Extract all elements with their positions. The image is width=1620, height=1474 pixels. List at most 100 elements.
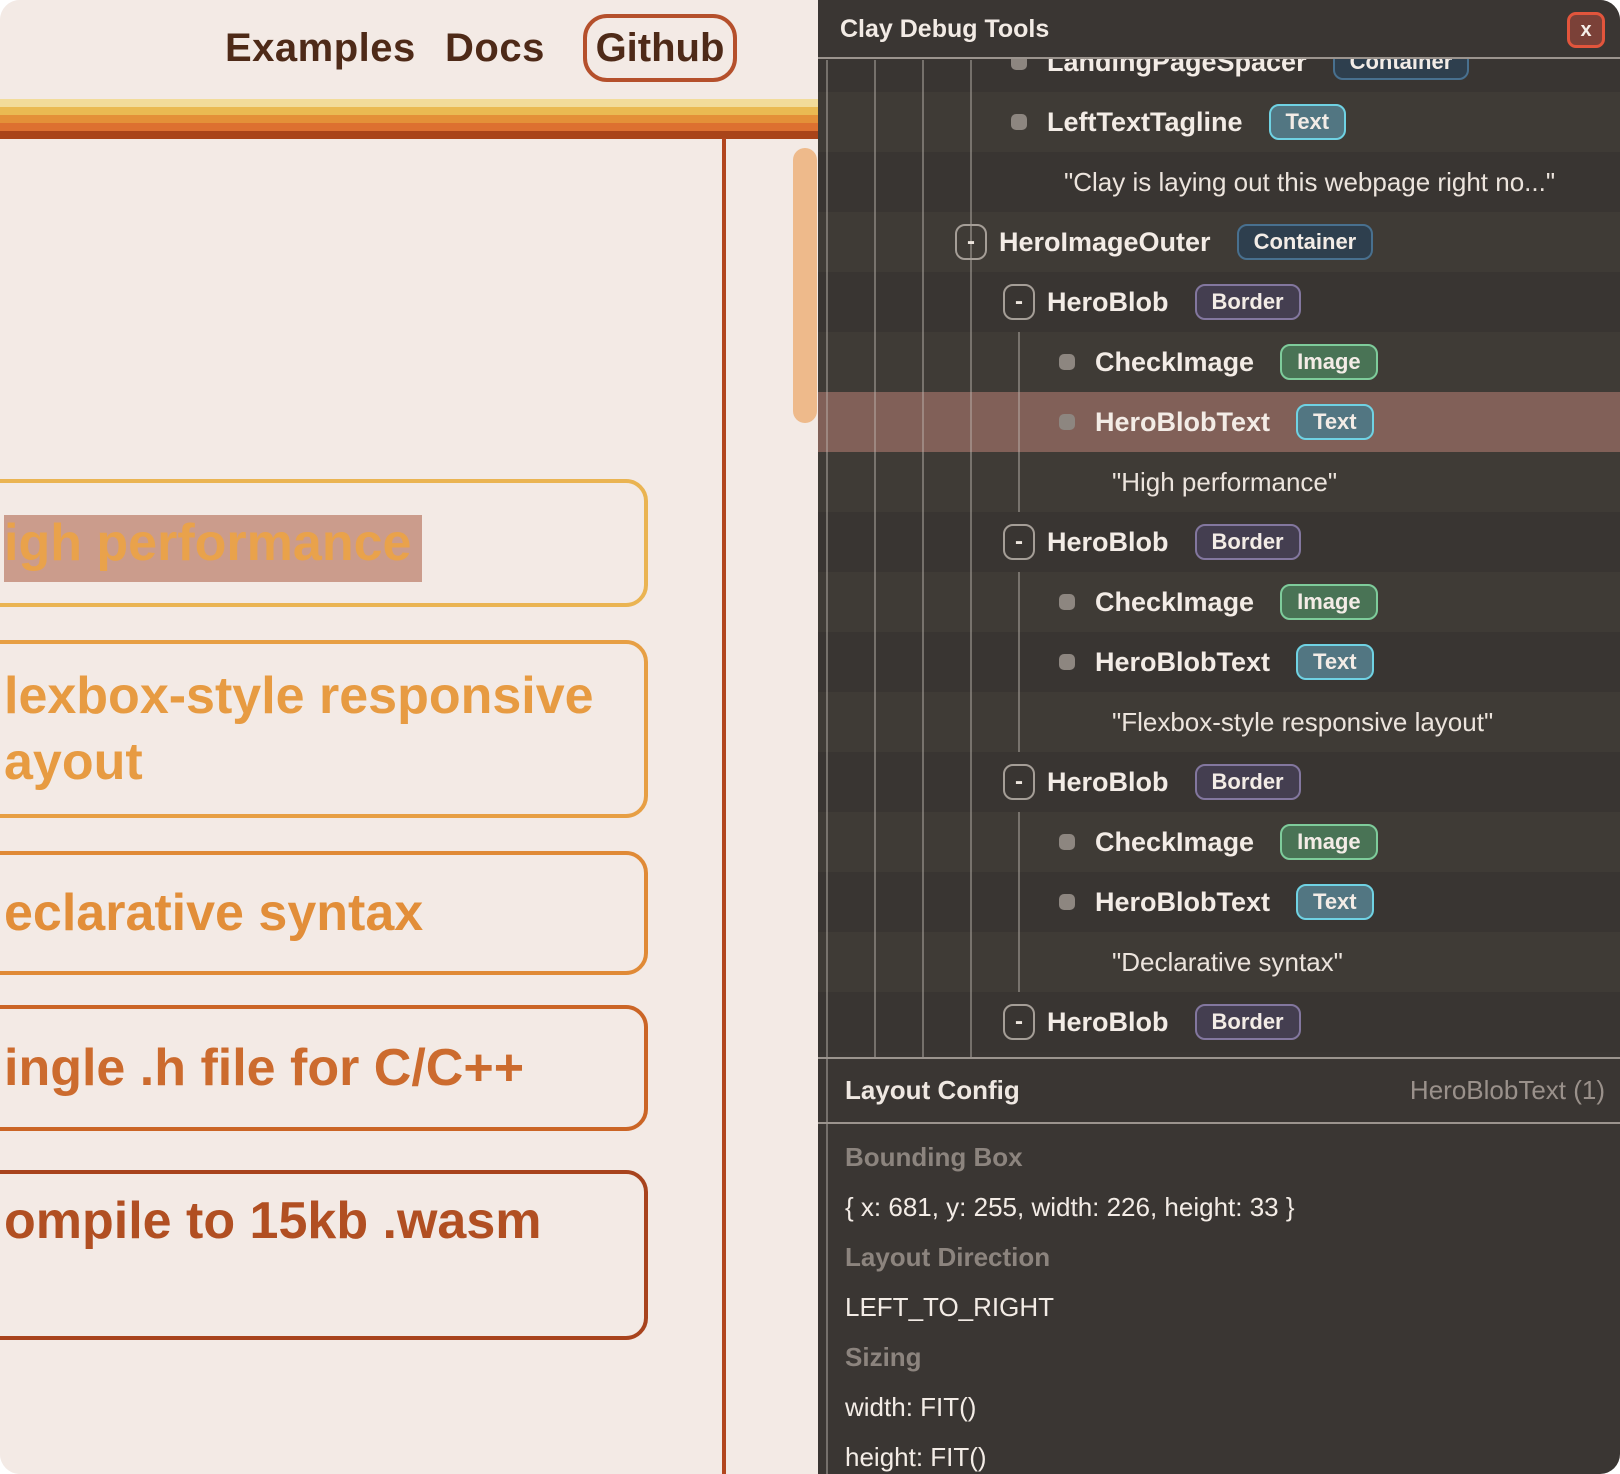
indent-guide-line: [1018, 332, 1020, 512]
element-name: CheckImage: [1095, 587, 1254, 618]
stripe-band: [0, 131, 818, 139]
element-type-tag: Text: [1296, 884, 1374, 920]
element-bullet-icon: [1059, 654, 1075, 670]
nav-link-examples[interactable]: Examples: [225, 26, 416, 71]
indent-guide-line: [970, 60, 972, 1057]
element-name: HeroBlob: [1047, 527, 1169, 558]
text-content-preview: "Clay is laying out this webpage right n…: [1064, 167, 1555, 198]
element-type-tag: Border: [1195, 1004, 1301, 1040]
element-name: CheckImage: [1095, 347, 1254, 378]
nav-link-docs[interactable]: Docs: [445, 26, 545, 71]
element-tree: LandingPageSpacerContainerLeftTextTaglin…: [818, 0, 1620, 1057]
config-section-label: Sizing: [845, 1332, 1605, 1382]
indent-guide-line: [874, 60, 876, 1057]
app-window: Examples Docs Github igh performance lexb…: [0, 0, 1620, 1474]
feature-card-text: ingle .h file for C/C++: [4, 1035, 616, 1101]
element-type-tag: Border: [1195, 524, 1301, 560]
element-name: CheckImage: [1095, 827, 1254, 858]
close-icon[interactable]: x: [1567, 12, 1605, 48]
feature-card-text: eclarative syntax: [4, 880, 616, 946]
vertical-divider: [722, 138, 726, 1474]
github-button[interactable]: Github: [583, 14, 737, 82]
element-name: HeroBlobText: [1095, 647, 1270, 678]
element-type-tag: Border: [1195, 284, 1301, 320]
clay-debug-tools-panel: LandingPageSpacerContainerLeftTextTaglin…: [818, 0, 1620, 1474]
feature-card-text: ayout: [4, 729, 616, 795]
element-name: LeftTextTagline: [1047, 107, 1243, 138]
stripe-band: [0, 123, 818, 131]
tree-row-text-content[interactable]: "Flexbox-style responsive layout": [818, 692, 1620, 752]
config-value: { x: 681, y: 255, width: 226, height: 33…: [845, 1182, 1605, 1232]
debug-panel-title: Clay Debug Tools: [840, 0, 1049, 58]
config-value: height: FIT(): [845, 1432, 1605, 1474]
config-top-divider: [818, 1057, 1620, 1059]
element-bullet-icon: [1011, 114, 1027, 130]
feature-card: ingle .h file for C/C++: [0, 1005, 648, 1131]
collapse-button[interactable]: -: [1003, 284, 1035, 320]
element-type-tag: Image: [1280, 344, 1378, 380]
tree-row-checkimage[interactable]: CheckImageImage: [818, 572, 1620, 632]
layout-config-body: Bounding Box{ x: 681, y: 255, width: 226…: [845, 1132, 1605, 1474]
text-content-preview: "Declarative syntax": [1112, 947, 1343, 978]
element-bullet-icon: [1059, 834, 1075, 850]
element-type-tag: Text: [1269, 104, 1347, 140]
tree-row-heroblob[interactable]: -HeroBlob Border: [818, 512, 1620, 572]
tree-row-heroblob[interactable]: -HeroBlobBorder: [818, 752, 1620, 812]
element-type-tag: Text: [1296, 644, 1374, 680]
element-type-tag: Image: [1280, 824, 1378, 860]
indent-guide-line: [922, 60, 924, 1057]
feature-card-text: ompile to 15kb .wasm: [4, 1188, 616, 1254]
layout-config-bar: Layout Config HeroBlobText (1): [818, 1059, 1620, 1122]
element-name: HeroBlobText: [1095, 407, 1270, 438]
header-divider: [818, 57, 1620, 59]
layout-config-title: Layout Config: [845, 1075, 1020, 1106]
feature-card: lexbox-style responsiveayout: [0, 640, 648, 818]
collapse-button[interactable]: -: [1003, 1004, 1035, 1040]
collapse-button[interactable]: -: [955, 224, 987, 260]
tree-row-heroimageouter[interactable]: -HeroImageOuter Container: [818, 212, 1620, 272]
feature-card-text: lexbox-style responsive: [4, 663, 616, 729]
element-type-tag: Container: [1237, 224, 1374, 260]
page-scrollbar-thumb[interactable]: [793, 148, 817, 423]
tree-row-heroblobtext[interactable]: HeroBlobText Text: [818, 392, 1620, 452]
indent-guide-line: [1018, 572, 1020, 752]
config-section-label: Bounding Box: [845, 1132, 1605, 1182]
element-name: HeroBlob: [1047, 287, 1169, 318]
tree-row-heroblobtext[interactable]: HeroBlobText Text: [818, 632, 1620, 692]
debug-panel-header: Clay Debug Tools: [818, 0, 1620, 58]
element-bullet-icon: [1059, 594, 1075, 610]
tree-row-lefttexttagline[interactable]: LeftTextTagline Text: [818, 92, 1620, 152]
element-name: HeroImageOuter: [999, 227, 1211, 258]
config-value: width: FIT(): [845, 1382, 1605, 1432]
tree-row-heroblob[interactable]: -HeroBlob Border: [818, 992, 1620, 1052]
element-name: HeroBlob: [1047, 1007, 1169, 1038]
tree-row-text-content[interactable]: "Clay is laying out this webpage right n…: [818, 152, 1620, 212]
collapse-button[interactable]: -: [1003, 524, 1035, 560]
clay-landing-page: Examples Docs Github igh performance lexb…: [0, 0, 818, 1474]
element-bullet-icon: [1059, 414, 1075, 430]
config-section-label: Layout Direction: [845, 1232, 1605, 1282]
element-type-tag: Border: [1195, 764, 1301, 800]
feature-card: ompile to 15kb .wasm: [0, 1170, 648, 1340]
retro-stripe-banner: [0, 99, 818, 139]
tree-row-heroblobtext[interactable]: HeroBlobTextText: [818, 872, 1620, 932]
element-bullet-icon: [1059, 354, 1075, 370]
tree-row-text-content[interactable]: "Declarative syntax": [818, 932, 1620, 992]
stripe-band: [0, 99, 818, 107]
tree-row-checkimage[interactable]: CheckImage Image: [818, 332, 1620, 392]
tree-row-checkimage[interactable]: CheckImage Image: [818, 812, 1620, 872]
text-content-preview: "High performance": [1112, 467, 1337, 498]
tree-row-heroblob[interactable]: -HeroBlob Border: [818, 272, 1620, 332]
element-type-tag: Text: [1296, 404, 1374, 440]
text-content-preview: "Flexbox-style responsive layout": [1112, 707, 1493, 738]
feature-card-text: igh performance: [4, 510, 616, 576]
feature-card: eclarative syntax: [0, 851, 648, 975]
stripe-band: [0, 107, 818, 115]
stripe-band: [0, 115, 818, 123]
element-bullet-icon: [1059, 894, 1075, 910]
selected-element-label: HeroBlobText (1): [1410, 1075, 1605, 1106]
tree-row-text-content[interactable]: "High performance": [818, 452, 1620, 512]
collapse-button[interactable]: -: [1003, 764, 1035, 800]
indent-guide-line: [1018, 812, 1020, 992]
config-value: LEFT_TO_RIGHT: [845, 1282, 1605, 1332]
